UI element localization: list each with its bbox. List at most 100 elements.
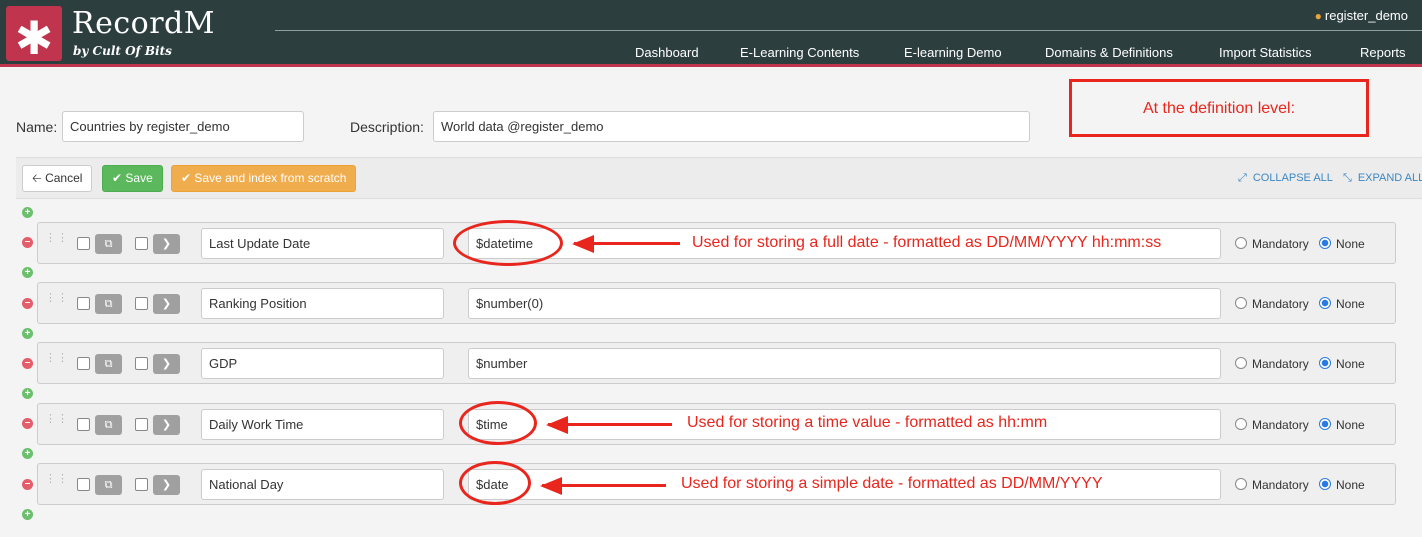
expand-all-link[interactable]: ⤡ EXPAND ALL: [1343, 172, 1422, 185]
chevron-right-icon[interactable]: ❯: [153, 475, 180, 495]
row-checkbox[interactable]: [135, 418, 148, 431]
field-name-input[interactable]: National Day: [201, 469, 444, 500]
remove-field-icon[interactable]: –: [22, 298, 33, 309]
none-label: None: [1336, 418, 1365, 432]
none-radio[interactable]: [1319, 418, 1331, 430]
drag-handle-icon[interactable]: ⋮⋮: [45, 233, 68, 244]
none-radio[interactable]: [1319, 357, 1331, 369]
remove-field-icon[interactable]: –: [22, 418, 33, 429]
row-checkbox[interactable]: [77, 418, 90, 431]
description-label: Description:: [350, 119, 424, 135]
nav-domains-definitions[interactable]: Domains & Definitions: [1045, 45, 1173, 60]
mandatory-label: Mandatory: [1252, 478, 1309, 492]
field-name-input[interactable]: GDP: [201, 348, 444, 379]
nav-dashboard[interactable]: Dashboard: [635, 45, 699, 60]
expand-icon: ⤡: [1343, 172, 1352, 184]
mandatory-label: Mandatory: [1252, 418, 1309, 432]
remove-field-icon[interactable]: –: [22, 237, 33, 248]
row-checkbox[interactable]: [135, 357, 148, 370]
chevron-right-icon[interactable]: ❯: [153, 294, 180, 314]
mandatory-radio[interactable]: [1235, 357, 1247, 369]
add-field-icon[interactable]: +: [22, 448, 33, 459]
drag-handle-icon[interactable]: ⋮⋮: [45, 293, 68, 304]
copy-icon[interactable]: ⧉: [95, 415, 122, 435]
mandatory-radio[interactable]: [1235, 297, 1247, 309]
none-label: None: [1336, 237, 1365, 251]
mandatory-label: Mandatory: [1252, 297, 1309, 311]
field-description-input[interactable]: $number: [468, 348, 1221, 379]
row-checkbox[interactable]: [135, 478, 148, 491]
annotation-arrow: [546, 416, 672, 434]
annotation-datetime: Used for storing a full date - formatted…: [692, 234, 1162, 251]
field-row: ⋮⋮ ⧉ ❯ GDP $number Mandatory None: [37, 342, 1396, 384]
copy-icon[interactable]: ⧉: [95, 354, 122, 374]
nav-elearning-contents[interactable]: E-Learning Contents: [740, 45, 859, 60]
none-label: None: [1336, 478, 1365, 492]
main-nav: Dashboard E-Learning Contents E-learning…: [0, 45, 1422, 61]
annotation-box: At the definition level:: [1069, 79, 1369, 137]
save-and-index-button[interactable]: ✔ Save and index from scratch: [171, 165, 357, 192]
drag-handle-icon[interactable]: ⋮⋮: [45, 353, 68, 364]
row-checkbox[interactable]: [77, 297, 90, 310]
mandatory-label: Mandatory: [1252, 357, 1309, 371]
check-icon: ✔: [112, 171, 123, 185]
nav-elearning-demo[interactable]: E-learning Demo: [904, 45, 1002, 60]
row-checkbox[interactable]: [77, 357, 90, 370]
row-checkbox[interactable]: [135, 237, 148, 250]
description-input[interactable]: World data @register_demo: [433, 111, 1030, 142]
name-input[interactable]: Countries by register_demo: [62, 111, 304, 142]
arrow-left-icon: 🡠: [32, 171, 42, 185]
none-radio[interactable]: [1319, 237, 1331, 249]
chevron-right-icon[interactable]: ❯: [153, 415, 180, 435]
nav-import-statistics[interactable]: Import Statistics: [1219, 45, 1311, 60]
annotation-date: Used for storing a simple date - formatt…: [681, 475, 1103, 492]
row-checkbox[interactable]: [135, 297, 148, 310]
header-divider: [275, 30, 1422, 31]
copy-icon[interactable]: ⧉: [95, 475, 122, 495]
user-name: register_demo: [1324, 8, 1408, 23]
copy-icon[interactable]: ⧉: [95, 234, 122, 254]
highlight-ellipse: [459, 461, 531, 505]
highlight-ellipse: [459, 401, 537, 445]
remove-field-icon[interactable]: –: [22, 358, 33, 369]
drag-handle-icon[interactable]: ⋮⋮: [45, 474, 68, 485]
add-field-icon[interactable]: +: [22, 388, 33, 399]
add-field-icon[interactable]: +: [22, 267, 33, 278]
app-header: ✱ RecordM by Cult Of Bits ● register_demo…: [0, 0, 1422, 67]
nav-reports[interactable]: Reports: [1360, 45, 1406, 60]
field-name-input[interactable]: Daily Work Time: [201, 409, 444, 440]
drag-handle-icon[interactable]: ⋮⋮: [45, 414, 68, 425]
mandatory-radio[interactable]: [1235, 478, 1247, 490]
annotation-arrow: [540, 477, 666, 495]
check-icon: ✔: [181, 171, 192, 185]
mandatory-label: Mandatory: [1252, 237, 1309, 251]
save-button[interactable]: ✔ Save: [102, 165, 163, 192]
add-field-icon[interactable]: +: [22, 509, 33, 520]
highlight-ellipse: [453, 220, 563, 266]
copy-icon[interactable]: ⧉: [95, 294, 122, 314]
add-field-icon[interactable]: +: [22, 207, 33, 218]
remove-field-icon[interactable]: –: [22, 479, 33, 490]
collapse-all-link[interactable]: ⤢ COLLAPSE ALL: [1238, 172, 1333, 185]
cancel-button[interactable]: 🡠 Cancel: [22, 165, 93, 192]
none-radio[interactable]: [1319, 297, 1331, 309]
row-checkbox[interactable]: [77, 478, 90, 491]
mandatory-radio[interactable]: [1235, 418, 1247, 430]
none-label: None: [1336, 297, 1365, 311]
toolbar: 🡠 Cancel ✔ Save ✔ Save and index from sc…: [16, 157, 1422, 199]
field-name-input[interactable]: Last Update Date: [201, 228, 444, 259]
brand-name: RecordM: [72, 6, 215, 41]
chevron-right-icon[interactable]: ❯: [153, 354, 180, 374]
none-radio[interactable]: [1319, 478, 1331, 490]
collapse-icon: ⤢: [1238, 172, 1247, 184]
chevron-right-icon[interactable]: ❯: [153, 234, 180, 254]
mandatory-radio[interactable]: [1235, 237, 1247, 249]
user-menu[interactable]: ● register_demo: [1315, 8, 1408, 23]
annotation-time: Used for storing a time value - formatte…: [687, 414, 1048, 431]
name-label: Name:: [16, 119, 58, 135]
field-name-input[interactable]: Ranking Position: [201, 288, 444, 319]
field-description-input[interactable]: $number(0): [468, 288, 1221, 319]
add-field-icon[interactable]: +: [22, 328, 33, 339]
row-checkbox[interactable]: [77, 237, 90, 250]
field-row: ⋮⋮ ⧉ ❯ Ranking Position $number(0) Manda…: [37, 282, 1396, 324]
